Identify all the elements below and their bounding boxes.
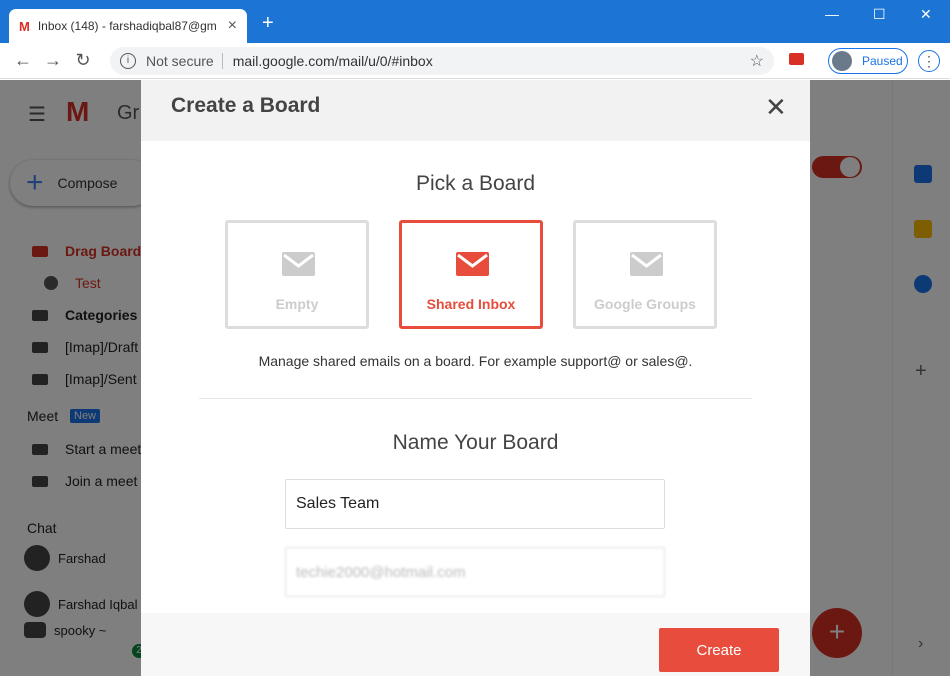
section-divider — [199, 398, 752, 399]
address-separator — [221, 53, 223, 69]
board-option-label: Google Groups — [594, 296, 696, 312]
envelope-icon — [456, 252, 489, 276]
board-name-input[interactable] — [285, 479, 665, 529]
profile-button[interactable]: Paused — [828, 48, 908, 74]
info-icon[interactable]: i — [120, 53, 136, 69]
browser-menu-icon[interactable]: ⋮ — [918, 50, 940, 72]
close-icon[interactable]: ✕ — [765, 92, 787, 123]
browser-toolbar: ← → ↻ i Not secure mail.google.com/mail/… — [0, 43, 950, 79]
reload-icon[interactable]: ↻ — [68, 50, 98, 71]
name-board-heading: Name Your Board — [392, 431, 559, 454]
email-input[interactable] — [285, 547, 665, 597]
extension-mail-icon[interactable] — [789, 53, 804, 65]
board-description: Manage shared emails on a board. For exa… — [258, 353, 693, 369]
new-tab-button[interactable]: + — [262, 12, 274, 35]
browser-tab[interactable]: M Inbox (148) - farshadiqbal87@gm × — [9, 9, 247, 43]
pick-board-heading: Pick a Board — [415, 172, 536, 195]
maximize-icon[interactable]: ☐ — [873, 6, 886, 23]
tab-title: Inbox (148) - farshadiqbal87@gm — [37, 19, 217, 33]
board-option-google-groups[interactable]: Google Groups — [573, 220, 717, 329]
board-option-shared-inbox[interactable]: Shared Inbox — [399, 220, 543, 329]
browser-titlebar: M Inbox (148) - farshadiqbal87@gm × + — … — [0, 0, 950, 43]
create-button[interactable]: Create — [659, 628, 779, 672]
forward-icon[interactable]: → — [38, 50, 68, 71]
close-window-icon[interactable]: ✕ — [920, 6, 932, 23]
bookmark-star-icon[interactable]: ☆ — [750, 51, 764, 71]
minimize-icon[interactable]: — — [825, 6, 839, 22]
board-option-label: Empty — [275, 296, 319, 312]
create-board-dialog: Create a Board ✕ Pick a Board Empty Shar… — [141, 80, 810, 676]
envelope-icon — [630, 252, 663, 276]
url-text[interactable]: mail.google.com/mail/u/0/#inbox — [233, 53, 750, 69]
back-icon[interactable]: ← — [8, 50, 38, 71]
profile-status: Paused — [862, 54, 903, 68]
board-option-empty[interactable]: Empty — [225, 220, 369, 329]
board-option-label: Shared Inbox — [426, 296, 516, 312]
envelope-icon — [282, 252, 315, 276]
address-bar[interactable]: i Not secure mail.google.com/mail/u/0/#i… — [110, 47, 774, 75]
security-label: Not secure — [146, 53, 214, 69]
close-tab-icon[interactable]: × — [228, 17, 237, 35]
dialog-header: Create a Board ✕ — [141, 80, 810, 141]
avatar — [832, 51, 852, 71]
dialog-title: Create a Board — [171, 94, 321, 117]
gmail-icon: M — [19, 18, 30, 34]
